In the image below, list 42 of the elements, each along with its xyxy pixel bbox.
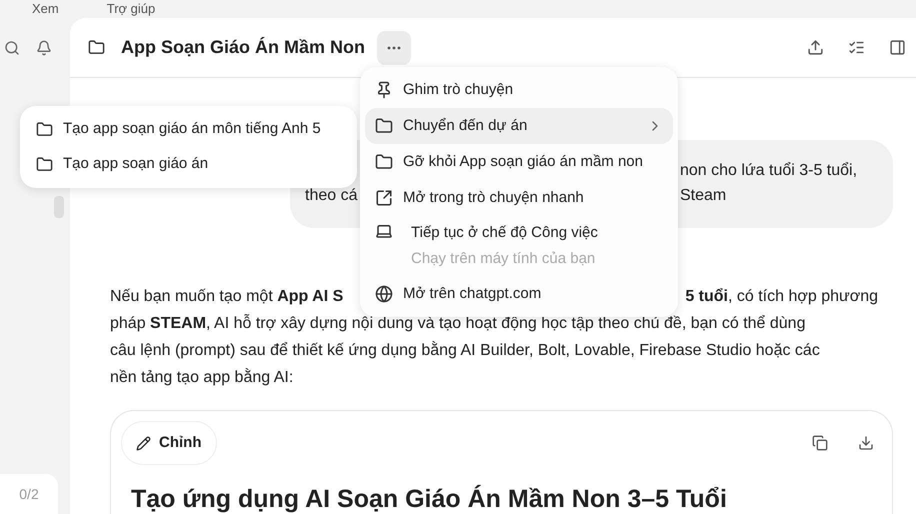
context-menu-item[interactable]: Gỡ khỏi App soạn giáo án mầm non	[365, 144, 673, 180]
answer-text: Nếu bạn muốn tạo một App AI S	[110, 286, 344, 306]
folder-icon	[375, 117, 393, 135]
scrollbar-thumb[interactable]	[54, 196, 64, 218]
search-icon[interactable]	[4, 40, 20, 56]
message-text: non cho lứa tuổi 3-5 tuổi,	[680, 161, 858, 181]
menu-item-subtitle: Chạy trên máy tính của bạn	[410, 248, 596, 268]
folder-icon	[88, 39, 105, 56]
answer-text: nền tảng tạo app bằng AI:	[110, 367, 294, 388]
context-menu-item[interactable]: Ghim trò chuyện	[365, 72, 673, 108]
canvas-heading: Tạo ứng dụng AI Soạn Giáo Án Mầm Non 3–5 Tuổi	[130, 484, 728, 513]
context-menu-item[interactable]: Mở trong trò chuyện nhanh	[365, 180, 673, 216]
laptop-icon	[375, 222, 393, 240]
folder-icon	[36, 156, 53, 173]
edit-button[interactable]: Chỉnh	[121, 421, 216, 465]
pin-icon	[375, 81, 393, 99]
answer-text: câu lệnh (prompt) sau để thiết kế ứng dụng bằng AI Builder, Bolt, Lovable, Firebase Studio hoặc các	[110, 340, 820, 360]
menu-bar-item[interactable]: Xem	[32, 0, 59, 19]
message-text: Steam	[680, 186, 726, 206]
bell-icon[interactable]	[36, 40, 52, 56]
context-menu-item[interactable]: Tiếp tục ở chế độ Công việc Chạy trên máy tính của bạn	[365, 216, 673, 276]
folder-icon	[36, 121, 53, 138]
copy-icon[interactable]	[812, 435, 828, 451]
context-menu-item[interactable]: Chuyển đến dự án	[365, 108, 673, 144]
download-icon[interactable]	[858, 435, 874, 451]
project-menu-item[interactable]: Tạo app soạn giáo án môn tiếng Anh 5	[20, 112, 357, 147]
share-icon[interactable]	[807, 39, 824, 56]
sidebar-toggle-icon[interactable]	[889, 39, 906, 56]
project-menu-item[interactable]: Tạo app soạn giáo án	[20, 147, 357, 182]
window-icon	[375, 189, 393, 207]
more-icon	[387, 46, 402, 50]
folder-icon	[375, 153, 393, 171]
answer-text: pháp STEAM, AI hỗ trợ xây dựng nội dung và tạo hoạt động học tập theo chủ đề, bạn có thể dùng	[110, 313, 806, 334]
list-icon[interactable]	[848, 39, 865, 56]
chat-title: App Soạn Giáo Án Mầm Non	[121, 36, 366, 59]
answer-text: 5 tuổi, có tích hợp phương	[685, 286, 878, 306]
message-text: theo cá	[305, 187, 358, 204]
globe-icon	[375, 285, 393, 303]
pencil-icon	[136, 436, 151, 450]
menu-bar-item[interactable]: Trợ giúp	[106, 0, 156, 19]
counter-card: 0/2	[0, 474, 58, 514]
context-menu-item[interactable]: Mở trên chatgpt.com	[365, 276, 673, 312]
